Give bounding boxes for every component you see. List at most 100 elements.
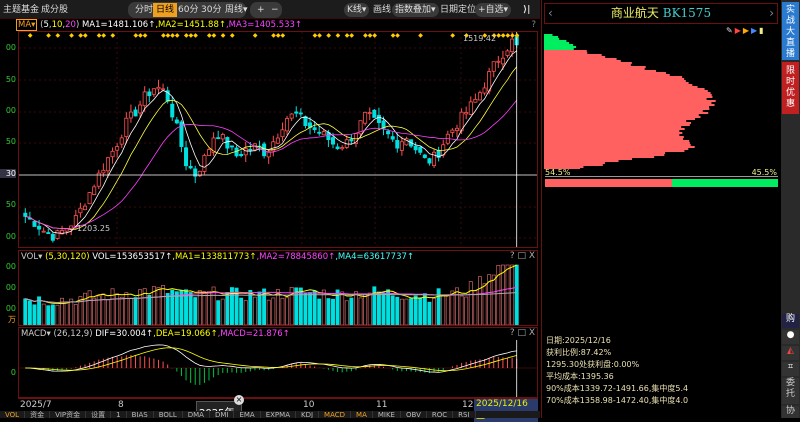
volume-bar <box>409 298 414 325</box>
ma-selector[interactable]: MA▾ <box>16 19 38 31</box>
pane-controls[interactable]: ? □ X <box>510 328 535 338</box>
next-icon[interactable]: › <box>769 4 774 23</box>
volume-bar <box>427 301 432 325</box>
draw-line-button[interactable]: 画线 <box>370 3 394 17</box>
volume-bar <box>500 264 505 325</box>
ma-params-close: ) <box>75 20 80 30</box>
info-cost-90: 90%成本1339.72-1491.66,集中度5.4 <box>546 384 689 393</box>
sector-code: BK1575 <box>662 6 712 20</box>
other-button[interactable]: 协 <box>782 406 799 418</box>
chip-bar <box>544 120 687 122</box>
index-overlay-dropdown[interactable]: 指数叠加▾ <box>392 3 439 17</box>
candle <box>161 88 166 91</box>
add-watchlist-button[interactable]: +自选▾ <box>475 3 512 17</box>
vol-legend: VOL▾ (5,30,120) VOL=153653517↑,MA1=13381… <box>21 251 414 263</box>
volume-bar <box>404 298 409 325</box>
candle <box>450 129 455 133</box>
vol-selector[interactable]: VOL▾ <box>21 252 42 262</box>
event-marker: ◆ <box>515 32 520 39</box>
indicator-tab[interactable]: 资金 <box>25 411 51 418</box>
chip-bar <box>544 46 577 48</box>
zoom-in-button[interactable]: + <box>254 3 268 17</box>
x-label: 8 <box>118 400 124 410</box>
candle <box>119 137 124 145</box>
candle <box>500 57 505 65</box>
entrust-button[interactable]: 委托 <box>782 378 799 404</box>
period-daily[interactable]: 日线 <box>153 3 178 17</box>
event-marker: ◆ <box>372 32 377 39</box>
volume-chart[interactable]: VOL▾ (5,30,120) VOL=153653517↑,MA1=13381… <box>18 250 538 326</box>
period-weekly[interactable]: 周线▾ <box>222 3 251 17</box>
indicator-tab[interactable]: EXPMA <box>261 411 296 418</box>
indicator-tab[interactable]: BIAS <box>127 411 154 418</box>
live-stream-button[interactable]: 实战大直播 <box>782 2 799 60</box>
date-locate-button[interactable]: 日期定位 <box>437 3 479 17</box>
y-label: 00 <box>5 304 16 313</box>
x-label: 12 <box>462 400 474 410</box>
indicator-tab[interactable]: MA <box>351 411 373 418</box>
event-marker: ◆ <box>193 32 198 39</box>
indicator-tab[interactable]: ROC <box>427 411 454 418</box>
vol-ma2: ,MA2=78845860↑ <box>256 252 336 262</box>
volume-bar <box>161 285 166 325</box>
chip-bar <box>544 58 617 60</box>
crop-icon[interactable]: ⌗ <box>782 362 799 376</box>
indicator-tab[interactable]: 设置 <box>86 411 112 418</box>
toolbar: 主题基金 成分股 分时 日线 60分 30分 周线▾ + − K线▾ 画线 指数… <box>0 0 540 19</box>
volume-bar <box>220 298 225 325</box>
alert-icon[interactable]: ◭ <box>782 346 799 360</box>
candle <box>372 109 377 118</box>
indicator-tab[interactable]: VOL <box>0 411 26 418</box>
pane-controls[interactable]: ? □ X <box>510 251 535 261</box>
zoom-out-button[interactable]: − <box>268 3 282 17</box>
buy-button[interactable]: 购 <box>782 314 799 328</box>
chip-bar <box>544 134 680 136</box>
close-icon[interactable]: × <box>234 395 244 405</box>
tab-constituents[interactable]: 成分股 <box>38 3 71 17</box>
chip-bar <box>544 74 670 76</box>
volume-bar <box>455 287 459 325</box>
indicator-tab[interactable]: BOLL <box>154 411 183 418</box>
promo-button[interactable]: 限时优惠 <box>782 62 799 114</box>
volume-bar <box>418 297 423 325</box>
macd-legend: MACD▾ (26,12,9) DIF=30.004↑,DEA=19.066↑,… <box>21 328 290 340</box>
volume-bar <box>285 297 290 325</box>
macd-selector[interactable]: MACD▾ <box>21 329 51 339</box>
indicator-tab[interactable]: RSI <box>453 411 476 418</box>
indicator-tab[interactable]: MACD <box>319 411 352 418</box>
help-icon[interactable]: ? <box>531 19 536 31</box>
user-icon[interactable]: ● <box>782 330 799 344</box>
indicator-tab[interactable]: VIP资金 <box>50 411 87 418</box>
kline-dropdown[interactable]: K线▾ <box>344 3 370 17</box>
chip-bar <box>544 138 684 140</box>
indicator-tab[interactable]: EMA <box>234 411 261 418</box>
candle <box>491 61 496 72</box>
volume-bar <box>399 298 404 325</box>
prev-icon[interactable]: ‹ <box>548 4 553 23</box>
period-30min[interactable]: 30分 <box>198 3 224 17</box>
volume-bar <box>514 264 519 325</box>
tab-theme-fund[interactable]: 主题基金 <box>0 3 42 17</box>
indicator-tab[interactable]: DMA <box>183 411 210 418</box>
indicator-tab[interactable]: 1 <box>111 411 127 418</box>
volume-bar <box>331 298 335 325</box>
chip-bar <box>544 124 690 126</box>
chip-bar <box>544 146 695 148</box>
candle <box>399 141 404 151</box>
candle <box>133 109 138 117</box>
candle <box>248 148 253 151</box>
indicator-tab[interactable]: OBV <box>401 411 427 418</box>
price-chart[interactable]: ◆ ◆ ◆ ◆ ◆ ◆ ◆ ◆ ◆ ◆ ◆ ◆ ◆ ◆ ◆ ◆ ◆ ◆ ◆ ◆ ◆ ◆ ◆ ◆ ◆ ◆ ◆ ◆ ◆ ◆ ◆ ◆ ◆ ◆ ◆ ◆ ◆ ◆ ◆ ◆… <box>18 31 538 248</box>
indicator-tab[interactable]: MIKE <box>373 411 401 418</box>
volume-bar <box>298 287 303 325</box>
volume-bar <box>23 298 28 325</box>
indicator-tab[interactable]: DMI <box>210 411 235 418</box>
macd-chart[interactable]: MACD▾ (26,12,9) DIF=30.004↑,DEA=19.066↑,… <box>18 327 538 398</box>
collapse-icon[interactable]: ⟩| <box>520 3 533 17</box>
volume-bar <box>478 276 482 325</box>
cursor-price-label: 30 <box>0 169 16 178</box>
volume-bar <box>32 304 37 325</box>
indicator-tab[interactable]: KDJ <box>296 411 320 418</box>
candle <box>105 157 110 172</box>
volume-bar <box>207 291 211 325</box>
